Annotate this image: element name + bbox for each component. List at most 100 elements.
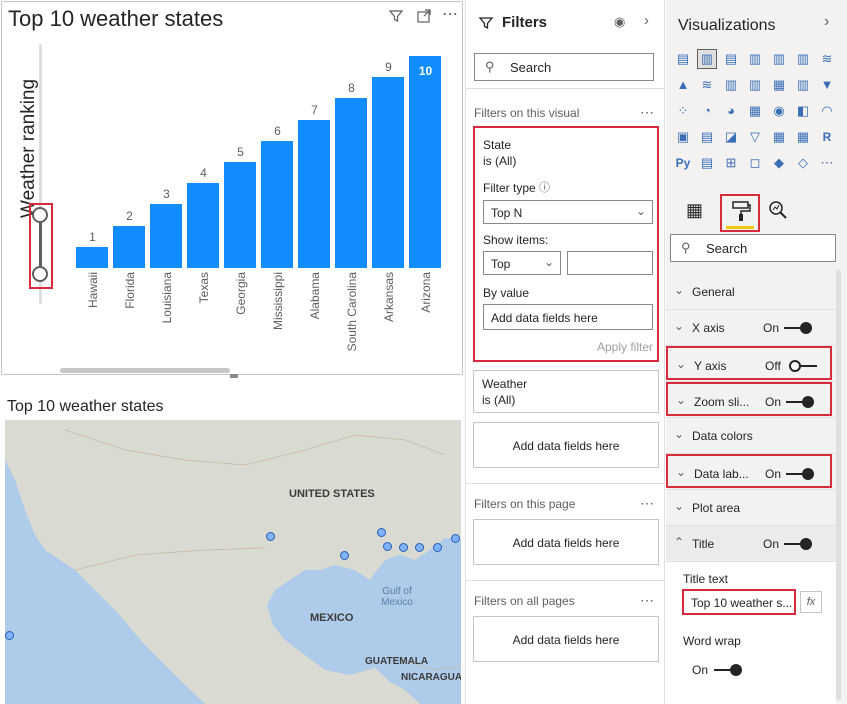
visual-type-icon[interactable]: ▲ (674, 76, 692, 94)
format-card-y-axis[interactable]: ⌄ Y axis Off (666, 346, 832, 380)
filter-icon[interactable] (388, 8, 404, 27)
by-value-drop-zone[interactable]: Add data fields here (483, 304, 653, 330)
map-point[interactable] (340, 551, 349, 560)
map-point[interactable] (266, 532, 275, 541)
map-point[interactable] (399, 543, 408, 552)
column-chart-visual[interactable]: Top 10 weather states ⋯ Weather ranking … (1, 1, 463, 378)
visual-type-icon[interactable]: ◆ (770, 154, 788, 172)
chart-bar[interactable] (335, 98, 367, 268)
add-fields-page[interactable]: Add data fields here (473, 519, 659, 565)
more-options-icon[interactable]: ⋯ (442, 4, 458, 24)
more-options-icon[interactable]: ⋯ (640, 592, 655, 609)
visual-type-icon[interactable]: ◇ (794, 154, 812, 172)
visual-type-icon[interactable]: ⁘ (674, 102, 692, 120)
map-canvas[interactable]: UNITED STATES Gulf of Mexico MEXICO GUAT… (5, 420, 461, 704)
visual-type-icon[interactable]: ▦ (770, 128, 788, 146)
visual-type-icon[interactable]: ▥ (697, 49, 717, 69)
analytics-tab-icon[interactable] (768, 200, 788, 225)
visual-type-icon[interactable]: ▦ (746, 102, 764, 120)
visual-type-icon[interactable]: ◧ (794, 102, 812, 120)
visual-type-icon[interactable]: ◪ (722, 128, 740, 146)
format-card-zoom-sli[interactable]: ⌄ Zoom sli... On (666, 382, 832, 416)
visual-type-icon[interactable]: ⊞ (722, 154, 740, 172)
chart-bar[interactable] (113, 226, 145, 268)
fx-button[interactable]: fx (800, 591, 822, 613)
resize-handle[interactable] (230, 374, 238, 378)
visual-type-icon[interactable]: Py (674, 154, 692, 172)
format-card-data-colors[interactable]: ⌄ Data colors (666, 418, 836, 452)
chart-bar[interactable] (187, 183, 219, 268)
toggle-switch[interactable] (784, 538, 812, 550)
toggle-switch[interactable] (784, 322, 812, 334)
chevron-right-icon[interactable]: › (824, 13, 829, 31)
add-fields-all-pages[interactable]: Add data fields here (473, 616, 659, 662)
map-point[interactable] (433, 543, 442, 552)
format-pane-scrollbar[interactable] (836, 270, 841, 700)
visual-type-icon[interactable]: ▥ (794, 76, 812, 94)
format-card-x-axis[interactable]: ⌄ X axis On (666, 310, 836, 344)
visual-type-icon[interactable]: ▥ (746, 76, 764, 94)
zoom-slider-top-handle[interactable] (32, 207, 48, 223)
chart-bar[interactable] (409, 56, 441, 268)
map-point[interactable] (383, 542, 392, 551)
visual-type-icon[interactable]: ▣ (674, 128, 692, 146)
toggle-switch[interactable] (786, 396, 814, 408)
fields-tab-icon[interactable]: ▦ (686, 200, 703, 221)
visual-type-icon[interactable]: ◔ (698, 102, 716, 120)
more-visuals-icon[interactable]: ⋯ (818, 154, 836, 172)
more-options-icon[interactable]: ⋯ (640, 495, 655, 512)
chart-bar[interactable] (76, 247, 108, 268)
visual-type-icon[interactable]: ◻ (746, 154, 764, 172)
format-card-title[interactable]: ⌃ Title On (666, 526, 836, 560)
chart-bar[interactable] (224, 162, 256, 268)
visual-type-icon[interactable]: ▦ (794, 128, 812, 146)
word-wrap-toggle[interactable] (714, 664, 742, 676)
chart-bar[interactable] (150, 204, 182, 268)
visual-type-icon[interactable]: R (818, 128, 836, 146)
visual-type-icon[interactable]: ◠ (818, 102, 836, 120)
chart-bar[interactable] (261, 141, 293, 268)
apply-filter-button[interactable]: Apply filter (597, 340, 653, 354)
visual-type-icon[interactable]: ◕ (722, 102, 740, 120)
add-fields-visual[interactable]: Add data fields here (473, 422, 659, 468)
filter-type-dropdown[interactable]: Top N ⌄ (483, 200, 653, 224)
visual-type-icon[interactable]: ▽ (746, 128, 764, 146)
eye-icon[interactable]: ◉ (614, 14, 625, 30)
format-card-data-lab[interactable]: ⌄ Data lab... On (666, 454, 832, 488)
focus-mode-icon[interactable] (416, 8, 432, 27)
format-card-plot-area[interactable]: ⌄ Plot area (666, 490, 836, 524)
visual-type-icon[interactable]: ▥ (746, 50, 764, 68)
visual-type-icon[interactable]: ▤ (698, 154, 716, 172)
zoom-slider-range[interactable] (39, 222, 42, 270)
map-visual[interactable]: Top 10 weather states UNITED STATES Gulf… (1, 384, 463, 704)
info-icon[interactable]: ⓘ (539, 179, 550, 195)
visual-type-icon[interactable]: ▥ (794, 50, 812, 68)
format-search-input[interactable]: ⚲ Search (670, 234, 836, 262)
toggle-switch[interactable] (789, 360, 817, 372)
format-tab[interactable] (720, 194, 760, 232)
toggle-switch[interactable] (786, 468, 814, 480)
show-items-dropdown[interactable]: Top ⌄ (483, 251, 561, 275)
item-count-input[interactable] (567, 251, 653, 275)
map-point[interactable] (451, 534, 460, 543)
weather-filter-card[interactable]: Weather is (All) (473, 370, 659, 413)
horizontal-scrollbar[interactable] (60, 368, 230, 373)
title-text-input[interactable]: Top 10 weather s... (682, 589, 796, 615)
visual-type-icon[interactable]: ◉ (770, 102, 788, 120)
visual-type-icon[interactable]: ▥ (722, 76, 740, 94)
map-point[interactable] (5, 631, 14, 640)
visual-type-icon[interactable]: ≋ (818, 50, 836, 68)
chart-bar[interactable] (372, 77, 404, 268)
visual-type-icon[interactable]: ≋ (698, 76, 716, 94)
map-point[interactable] (415, 543, 424, 552)
visual-type-icon[interactable]: ▤ (698, 128, 716, 146)
chevron-right-icon[interactable]: › (644, 12, 649, 29)
state-filter-card[interactable]: State is (All) Filter type ⓘ Top N ⌄ Sho… (473, 126, 659, 362)
map-point[interactable] (377, 528, 386, 537)
visual-type-icon[interactable]: ▼ (818, 76, 836, 94)
visual-type-icon[interactable]: ▥ (770, 50, 788, 68)
zoom-slider-bottom-handle[interactable] (32, 266, 48, 282)
format-card-general[interactable]: ⌄ General (666, 274, 836, 308)
chart-bar[interactable] (298, 120, 330, 268)
filters-search-input[interactable]: ⚲ Search (474, 53, 654, 81)
